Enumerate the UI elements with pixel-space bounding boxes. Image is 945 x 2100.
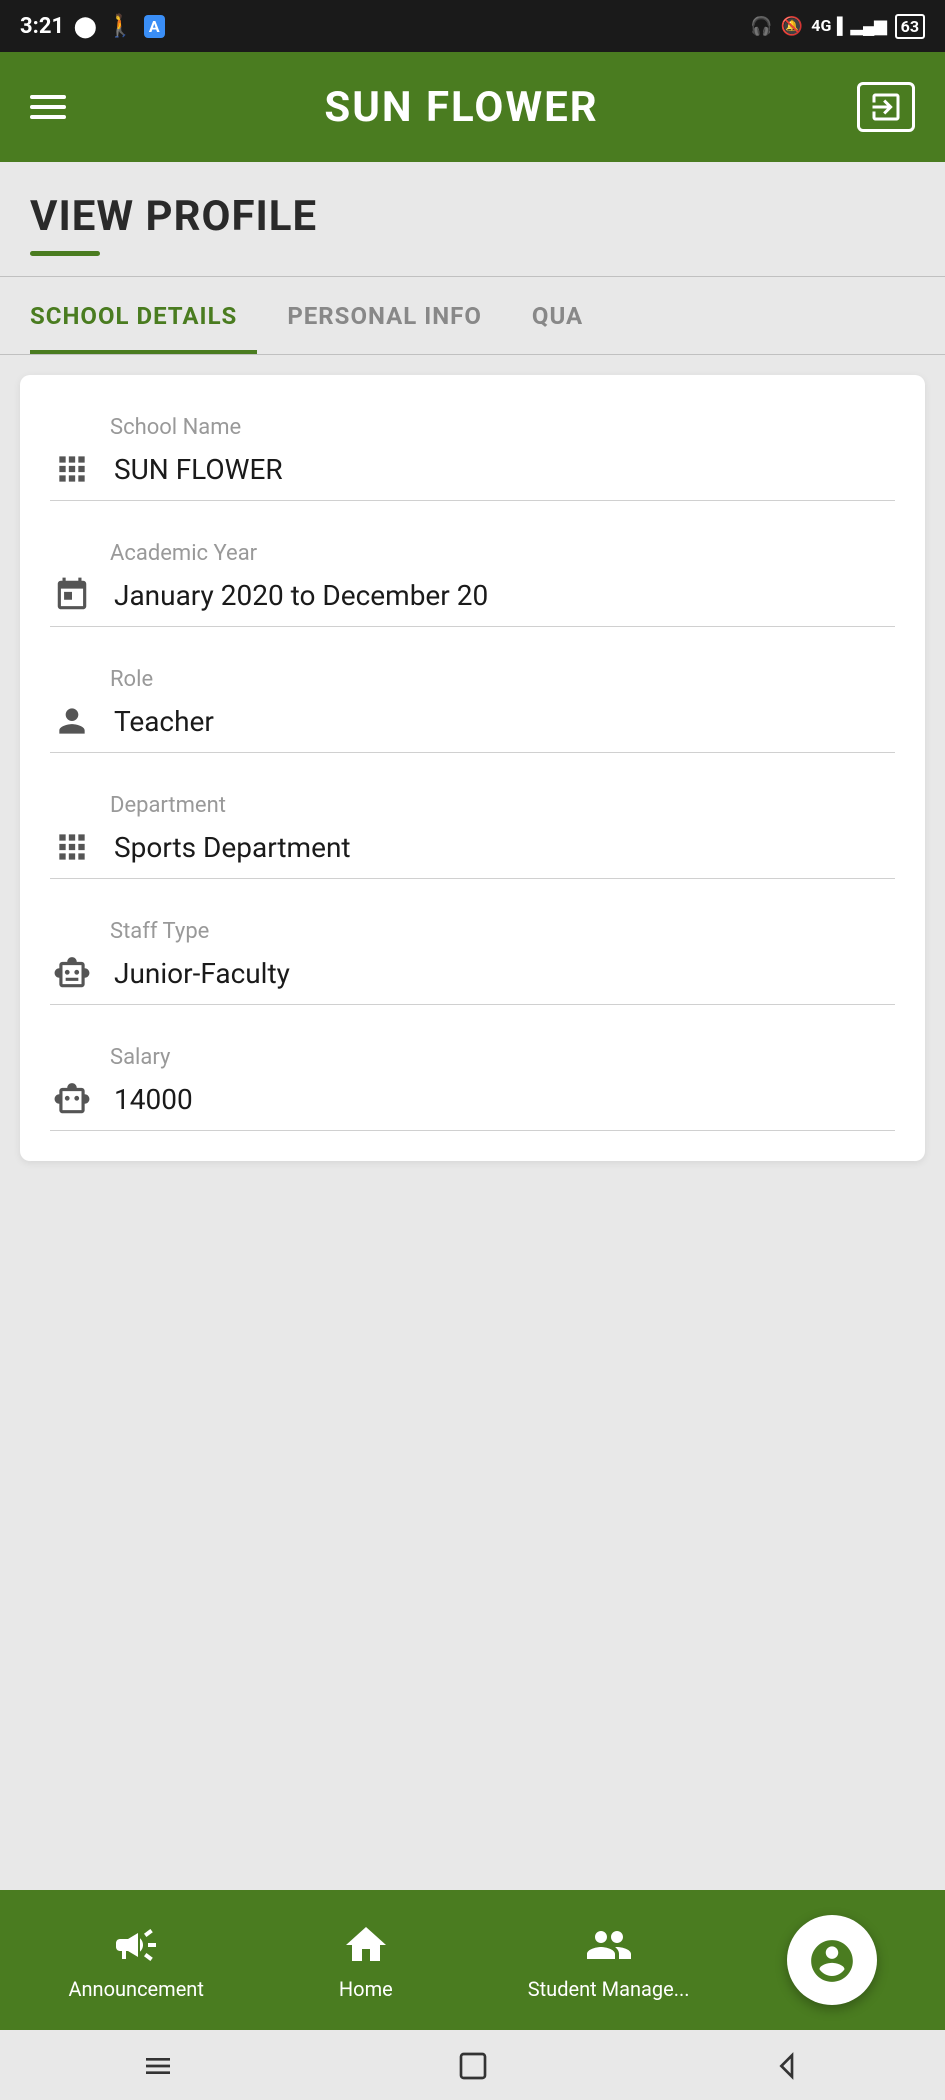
nav-announcement[interactable]: Announcement [68,1919,203,2002]
page-title-underline [30,251,100,256]
announcement-icon [112,1919,160,1970]
school-name-field: School Name SUN FLOWER [20,395,925,511]
school-details-card: School Name SUN FLOWER Academic Year [20,375,925,1161]
skype-icon: ⬤ [74,14,96,38]
staff-type-icon [50,954,94,992]
walk-icon: 🚶 [106,14,133,39]
department-row: Sports Department [50,828,895,879]
logout-button[interactable] [857,82,915,132]
announcement-label: Announcement [68,1977,203,2001]
staff-type-value: Junior-Faculty [114,957,895,990]
scroll-space [0,1181,945,1381]
salary-label: Salary [110,1045,895,1070]
nav-home[interactable]: Home [301,1919,431,2002]
staff-type-row: Junior-Faculty [50,954,895,1005]
tab-personal-info[interactable]: PERSONAL INFO [287,277,502,354]
home-icon [342,1919,390,1970]
department-icon [50,828,94,866]
academic-year-icon [50,576,94,614]
salary-field: Salary 14000 [20,1025,925,1141]
tabs-bar: SCHOOL DETAILS PERSONAL INFO QUA [0,277,945,355]
page-content: VIEW PROFILE SCHOOL DETAILS PERSONAL INF… [0,162,945,1890]
signal-icon: 4G▐ [811,16,842,36]
wifi-signal-icon: ▂▄▆ [851,16,887,36]
role-icon [50,702,94,740]
role-field: Role Teacher [20,647,925,763]
academic-year-label: Academic Year [110,541,895,566]
staff-type-label: Staff Type [110,919,895,944]
tab-school-details[interactable]: SCHOOL DETAILS [30,277,257,354]
student-manage-icon [585,1919,633,1970]
school-name-row: SUN FLOWER [50,450,895,501]
academic-year-value: January 2020 to December 20 [114,579,895,612]
tab-qualifications[interactable]: QUA [532,277,603,354]
school-name-value: SUN FLOWER [114,453,895,486]
time-display: 3:21 [20,14,64,39]
page-header: VIEW PROFILE [0,162,945,256]
academic-year-row: January 2020 to December 20 [50,576,895,627]
headphone-icon: 🎧 [750,16,772,37]
academic-year-field: Academic Year January 2020 to December 2… [20,521,925,637]
salary-value: 14000 [114,1083,895,1116]
android-menu-button[interactable] [142,2048,174,2083]
role-label: Role [110,667,895,692]
battery-icon: 63 [895,14,925,39]
role-value: Teacher [114,705,895,738]
status-bar: 3:21 ⬤ 🚶 A 🎧 🔕 4G▐ ▂▄▆ 63 [0,0,945,52]
role-row: Teacher [50,702,895,753]
home-label: Home [339,1977,393,2001]
nav-fab-button[interactable] [787,1915,877,2005]
school-name-icon [50,450,94,488]
department-label: Department [110,793,895,818]
student-manage-label: Student Manage... [528,1977,690,2001]
status-bar-right: 🎧 🔕 4G▐ ▂▄▆ 63 [750,14,925,39]
android-home-button[interactable] [457,2048,489,2083]
salary-row: 14000 [50,1080,895,1131]
app-icon: A [144,15,165,38]
salary-icon [50,1080,94,1118]
menu-button[interactable] [30,95,66,119]
status-bar-left: 3:21 ⬤ 🚶 A [20,14,165,39]
department-value: Sports Department [114,831,895,864]
bottom-nav: Announcement Home Student Manage... [0,1890,945,2030]
app-bar: SUN FLOWER [0,52,945,162]
department-field: Department Sports Department [20,773,925,889]
page-title: VIEW PROFILE [30,192,915,241]
android-nav-bar [0,2030,945,2100]
android-back-button[interactable] [772,2048,804,2083]
bell-off-icon: 🔕 [781,16,803,37]
staff-type-field: Staff Type Junior-Faculty [20,899,925,1015]
school-name-label: School Name [110,415,895,440]
app-title: SUN FLOWER [324,83,598,132]
nav-student-manage[interactable]: Student Manage... [528,1919,690,2002]
nav-fab-icon [807,1934,857,1986]
